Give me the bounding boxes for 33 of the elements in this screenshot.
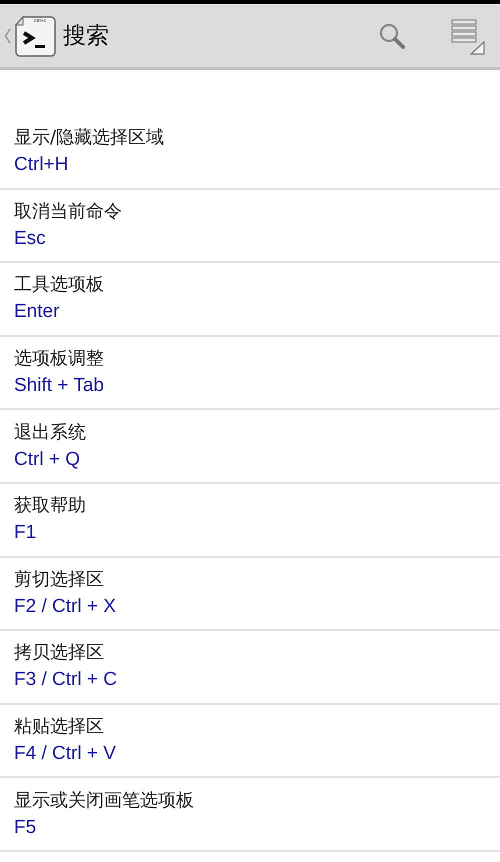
- screen-title: 搜索: [63, 22, 110, 51]
- shortcut-keys: F5: [14, 816, 36, 839]
- shortcut-item[interactable]: 选项板调整 Shift + Tab: [0, 336, 500, 410]
- shortcut-item[interactable]: 获取帮助 F1: [0, 484, 500, 558]
- shortcut-name: 选项板调整: [14, 348, 104, 370]
- shortcut-keys: F1: [14, 521, 36, 544]
- shortcut-name: 显示或关闭画笔选项板: [14, 790, 194, 812]
- shortcut-keys: F3 / Ctrl + C: [14, 668, 117, 692]
- shortcut-item[interactable]: 拷贝选择区 F3 / Ctrl + C: [0, 631, 500, 705]
- shortcut-item[interactable]: 粘贴选择区 F4 / Ctrl + V: [0, 704, 500, 778]
- shortcut-item[interactable]: 显示或关闭画笔选项板 F5: [0, 778, 500, 852]
- shortcut-keys: Shift + Tab: [14, 374, 104, 398]
- search-icon[interactable]: [378, 22, 406, 50]
- shortcut-keys: F2 / Ctrl + X: [14, 594, 116, 618]
- shortcut-keys: F4 / Ctrl + V: [14, 742, 116, 766]
- shortcut-name: 退出系统: [14, 422, 86, 444]
- shortcut-name: 工具选项板: [14, 274, 104, 296]
- shortcut-item[interactable]: 退出系统 Ctrl + Q: [0, 410, 500, 484]
- shortcut-item[interactable]: 工具选项板 Enter: [0, 263, 500, 337]
- shortcut-keys: Ctrl + Q: [14, 448, 80, 471]
- shortcut-name: 拷贝选择区: [14, 642, 104, 664]
- shortcut-item[interactable]: 显示/隐藏选择区域 Ctrl+H: [0, 116, 500, 190]
- shortcut-name: 显示/隐藏选择区域: [14, 127, 164, 150]
- shortcut-keys: Esc: [14, 226, 46, 250]
- shortcut-name: 剪切选择区: [14, 568, 104, 591]
- shortcut-item[interactable]: 剪切选择区 F2 / Ctrl + X: [0, 558, 500, 632]
- shortcut-keys: Enter: [14, 300, 60, 324]
- shortcut-item[interactable]: 取消当前命令 Esc: [0, 190, 500, 264]
- shortcut-name: 取消当前命令: [14, 200, 122, 223]
- shortcut-keys: Ctrl+H: [14, 153, 68, 176]
- shortcut-name: 获取帮助: [14, 495, 86, 518]
- back-caret-icon[interactable]: [4, 28, 11, 44]
- shortcut-name: 粘贴选择区: [14, 716, 104, 738]
